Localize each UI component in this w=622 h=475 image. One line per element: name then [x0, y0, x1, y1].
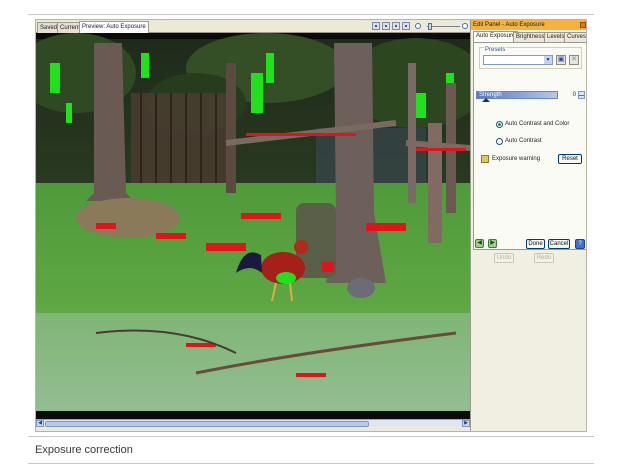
scrollbar-thumb[interactable] — [45, 421, 369, 427]
zoom-out-icon[interactable] — [415, 23, 421, 29]
strength-value: 0 — [572, 92, 576, 98]
exposure-warning-label: Exposure warning — [492, 156, 541, 162]
radio-label: Auto Contrast and Color — [505, 121, 570, 127]
presets-label: Presets — [484, 47, 507, 53]
presets-value — [484, 65, 486, 71]
strength-slider[interactable]: Strength 0 — [476, 91, 586, 103]
help-icon[interactable]: ? — [575, 239, 585, 249]
edit-panel: Edit Panel - Auto Exposure Auto Exposure… — [470, 20, 586, 431]
chevron-down-icon[interactable]: ▼ — [544, 56, 552, 64]
view-compare-icon[interactable] — [392, 22, 400, 30]
top-divider — [28, 14, 594, 15]
view-single-icon[interactable] — [372, 22, 380, 30]
preview-photo — [36, 33, 470, 419]
scroll-left-icon[interactable]: ◀ — [36, 420, 44, 427]
radio-button[interactable] — [496, 121, 503, 128]
image-preview[interactable] — [36, 33, 470, 419]
horizontal-scrollbar[interactable]: ◀ ▶ — [36, 419, 470, 427]
scroll-right-icon[interactable]: ▶ — [462, 420, 470, 427]
close-icon[interactable] — [580, 22, 586, 28]
tab-preview[interactable]: Preview: Auto Exposure — [79, 21, 149, 33]
zoom-slider-thumb[interactable] — [428, 23, 432, 30]
strength-spinner[interactable] — [578, 91, 585, 99]
tab-auto-exposure[interactable]: Auto Exposure — [473, 31, 519, 42]
radio-label: Auto Contrast — [505, 138, 542, 144]
tab-curves[interactable]: Curves — [564, 32, 586, 42]
view-fit-icon[interactable] — [402, 22, 410, 30]
tab-brightness[interactable]: Brightness — [513, 32, 548, 42]
cancel-button[interactable]: Cancel — [548, 239, 570, 249]
save-preset-icon[interactable]: ▣ — [556, 55, 566, 65]
redo-button[interactable]: Redo — [534, 253, 554, 263]
presets-group: Presets ▼ ▣ ✕ — [479, 47, 582, 69]
view-split-icon[interactable] — [382, 22, 390, 30]
zoom-in-icon[interactable] — [462, 23, 468, 29]
auto-exposure-settings: Presets ▼ ▣ ✕ Strength 0 Auto Contrast a… — [473, 42, 586, 250]
bottom-divider — [28, 463, 594, 464]
photo-editor-window: Saved Current Preview: Auto Exposure ◀ ▶… — [35, 19, 587, 432]
reset-button[interactable]: Reset — [558, 154, 582, 164]
radio-button[interactable] — [496, 138, 503, 145]
delete-preset-icon[interactable]: ✕ — [569, 55, 579, 65]
strength-slider-thumb[interactable] — [482, 98, 490, 102]
figure-caption: Exposure correction — [35, 444, 133, 456]
panel-title: Edit Panel - Auto Exposure — [471, 20, 586, 30]
done-button[interactable]: Done — [526, 239, 545, 249]
previous-icon[interactable]: ◀ — [475, 239, 484, 248]
view-tabs-bar: Saved Current Preview: Auto Exposure — [36, 20, 470, 33]
presets-dropdown[interactable]: ▼ — [483, 55, 553, 65]
undo-button[interactable]: Undo — [494, 253, 514, 263]
next-icon[interactable]: ▶ — [488, 239, 497, 248]
caption-divider — [28, 436, 594, 437]
exposure-warning-icon[interactable] — [481, 155, 489, 163]
